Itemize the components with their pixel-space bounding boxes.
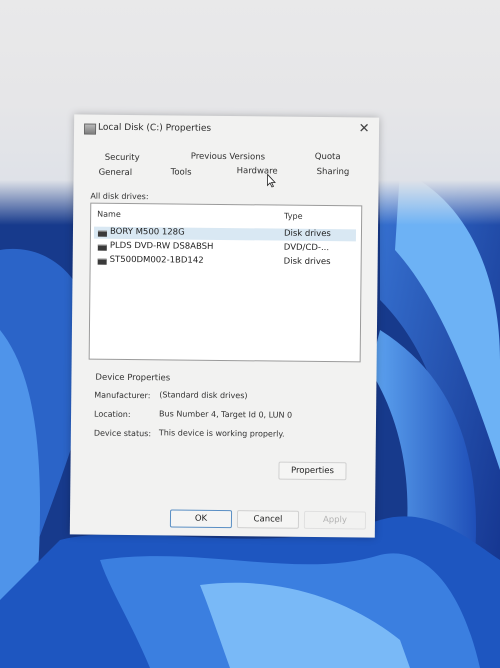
mouse-cursor-icon (267, 173, 276, 188)
tab-quota[interactable]: Quota (315, 152, 341, 162)
close-button[interactable]: ✕ (355, 120, 373, 138)
drive-type: Disk drives (283, 228, 331, 240)
list-item[interactable]: BORY M500 128G Disk drives (93, 226, 357, 242)
tab-security[interactable]: Security (105, 153, 140, 163)
device-status-value: This device is working properly. (158, 428, 285, 439)
device-properties-heading: Device Properties (95, 372, 171, 384)
tab-tools[interactable]: Tools (171, 167, 192, 177)
ok-button[interactable]: OK (169, 509, 233, 529)
location-value: Bus Number 4, Target Id 0, LUN 0 (159, 409, 293, 420)
cancel-button[interactable]: Cancel (236, 510, 300, 529)
manufacturer-label: Manufacturer: (94, 390, 151, 401)
disk-drive-icon (97, 258, 107, 265)
column-header-type[interactable]: Type (284, 212, 302, 221)
device-status-label: Device status: (93, 428, 152, 439)
drive-name: BORY M500 128G (109, 226, 185, 238)
drive-name: PLDS DVD-RW DS8ABSH (109, 240, 214, 252)
properties-dialog: Local Disk (C:) Properties ✕ Security Pr… (69, 114, 380, 538)
dvd-drive-icon (97, 244, 107, 251)
drive-icon (83, 123, 97, 135)
list-item[interactable]: ST500DM002-1BD142 Disk drives (94, 255, 356, 270)
tab-previous-versions[interactable]: Previous Versions (191, 152, 265, 163)
apply-button[interactable]: Apply (303, 510, 367, 530)
column-header-name[interactable]: Name (97, 210, 121, 219)
drive-name: ST500DM002-1BD142 (109, 254, 204, 266)
disk-drives-list[interactable]: Name Type BORY M500 128G Disk drives PLD… (88, 202, 363, 363)
disk-drive-icon (97, 230, 107, 237)
list-item[interactable]: PLDS DVD-RW DS8ABSH DVD/CD-... (94, 241, 356, 256)
drive-type: Disk drives (283, 256, 331, 268)
window-title: Local Disk (C:) Properties (98, 122, 212, 134)
location-label: Location: (94, 409, 131, 420)
drive-type: DVD/CD-... (283, 242, 330, 254)
title-bar[interactable]: Local Disk (C:) Properties ✕ (74, 114, 379, 147)
properties-button[interactable]: Properties (278, 461, 347, 481)
tab-general[interactable]: General (99, 168, 133, 178)
manufacturer-value: (Standard disk drives) (159, 390, 248, 401)
all-disk-drives-label: All disk drives: (90, 191, 149, 202)
tab-sharing[interactable]: Sharing (317, 167, 350, 177)
